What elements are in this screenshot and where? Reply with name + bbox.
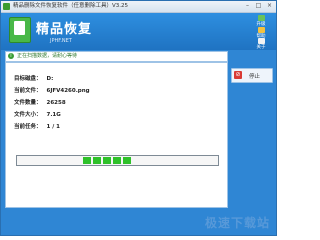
stop-button[interactable]: ⊘ 停止 [231,68,273,83]
app-icon [3,3,10,10]
maximize-icon[interactable]: □ [254,2,263,10]
about-button[interactable]: 关于 [252,38,270,50]
info-row-current-task: 当前任务： 1 / 1 [14,124,60,131]
scan-progress-bar [16,155,219,166]
logo-title: 精品恢复 [36,22,93,37]
info-row-current-file: 当前文件： 6JFV4260.png [14,88,90,95]
progress-block [103,157,111,164]
info-value: 1 / 1 [46,124,61,130]
progress-block [123,157,131,164]
info-label: 目标磁盘： [14,76,42,82]
watermark-text: 极速下载站 [204,216,270,230]
scan-panel: 目标磁盘： D: 当前文件： 6JFV4260.png 文件数量： 26258 文件大… [5,62,228,208]
info-label: 文件大小： [14,112,42,118]
info-value: 26258 [46,100,66,106]
info-label: 当前文件： [14,88,42,94]
info-value: 7.1G [46,112,61,118]
stop-icon: ⊘ [234,71,242,79]
info-row-disk: 目标磁盘： D: [14,76,53,83]
progress-block [93,157,101,164]
app-header: 精品恢复 JPHF.NET 升级 帮助 关于 [1,13,276,50]
info-row-file-size: 文件大小： 7.1G [14,112,61,119]
minimize-icon[interactable]: – [243,2,252,10]
status-bar: i 正在扫描数据，请耐心等待 [5,51,228,62]
stop-label: 停止 [249,74,261,80]
close-icon[interactable]: × [265,2,274,10]
progress-block [113,157,121,164]
info-label: 文件数量： [14,100,42,106]
title-bar: 精品删除文件恢复软件（任意删除工具）V3.25 – □ × [1,1,276,13]
logo-icon [9,17,31,43]
help-icon [257,27,265,33]
about-label: 关于 [256,45,266,50]
upgrade-button[interactable]: 升级 [252,15,270,27]
logo-subtitle: JPHF.NET [50,38,72,44]
about-icon [257,38,265,44]
window-title: 精品删除文件恢复软件（任意删除工具）V3.25 [13,3,129,9]
upgrade-icon [257,15,265,21]
app-window: 精品删除文件恢复软件（任意删除工具）V3.25 – □ × 精品恢复 JPHF.… [0,0,277,236]
window-controls: – □ × [243,2,274,10]
info-row-file-count: 文件数量： 26258 [14,100,66,107]
info-icon: i [8,53,14,59]
info-value: 6JFV4260.png [46,88,90,94]
info-label: 当前任务： [14,124,42,130]
status-text: 正在扫描数据，请耐心等待 [17,53,78,59]
progress-block [83,157,91,164]
info-value: D: [46,76,54,82]
